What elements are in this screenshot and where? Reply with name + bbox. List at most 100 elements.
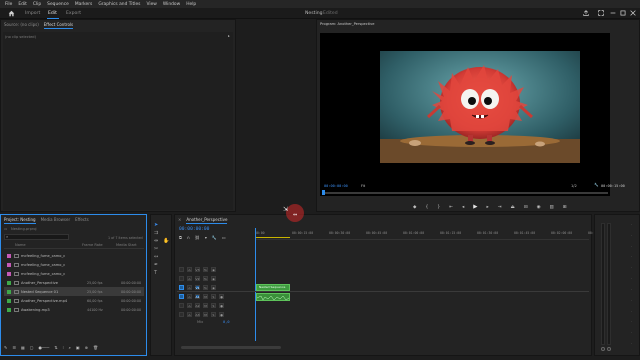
icon-view-icon[interactable]: ▦ bbox=[21, 345, 25, 350]
project-item-row[interactable]: Awakening.mp3 44100 Hz 00:00:00:00 bbox=[4, 305, 144, 314]
menu-markers[interactable]: Markers bbox=[75, 2, 92, 7]
add-marker-icon[interactable]: ◆ bbox=[413, 205, 416, 210]
snap-icon[interactable]: ∩ bbox=[187, 235, 190, 240]
button-editor-icon[interactable]: ⊞ bbox=[563, 205, 567, 210]
project-item-row[interactable]: Another_Perspective.mp4 60,00 fps 00:00:00… bbox=[4, 296, 144, 305]
zoom-slider-icon[interactable]: ●─── bbox=[39, 345, 50, 350]
close-icon[interactable] bbox=[630, 10, 636, 16]
nest-toggle-icon[interactable]: ⧉ bbox=[179, 235, 182, 240]
track-label-a3[interactable]: A3 bbox=[195, 312, 200, 317]
work-area-bar[interactable] bbox=[255, 237, 290, 238]
toggle-output-eye-icon[interactable]: ◉ bbox=[211, 285, 216, 290]
maximize-icon[interactable] bbox=[598, 10, 604, 16]
mark-in-icon[interactable]: { bbox=[425, 205, 428, 210]
column-name[interactable]: Name bbox=[15, 243, 26, 247]
label-color-swatch[interactable] bbox=[7, 307, 11, 312]
ripple-edit-tool-icon[interactable]: ⇹ bbox=[154, 238, 158, 244]
sync-lock-icon[interactable]: ⇆ bbox=[203, 267, 208, 272]
project-item-row[interactable]: mcfeeling_fume_camo_c bbox=[4, 251, 144, 260]
tab-media-browser[interactable]: Media Browser bbox=[41, 217, 71, 222]
source-patch-v2[interactable] bbox=[179, 276, 184, 281]
lock-track-icon[interactable]: ⌂ bbox=[187, 294, 192, 299]
captions-icon[interactable]: ▭ bbox=[222, 235, 226, 240]
add-marker-timeline-icon[interactable]: ▾ bbox=[205, 235, 207, 240]
project-item-row[interactable]: mcfeeling_fume_camo_c bbox=[4, 269, 144, 278]
tab-source[interactable]: Source: (no clips) bbox=[4, 22, 39, 27]
new-bin-icon[interactable]: ▣ bbox=[76, 345, 80, 350]
program-timecode-current[interactable]: 00:00:00:00 bbox=[324, 184, 348, 188]
track-label-v3[interactable]: V3 bbox=[195, 267, 200, 272]
track-label-a1[interactable]: A1 bbox=[195, 294, 200, 299]
workspace-tab-edit[interactable]: Edit bbox=[48, 11, 57, 16]
voice-over-mic-icon[interactable]: ● bbox=[219, 312, 224, 317]
project-search-input[interactable]: ⌕ bbox=[4, 234, 69, 240]
label-color-swatch[interactable] bbox=[7, 271, 11, 276]
lock-track-icon[interactable]: ⌂ bbox=[187, 267, 192, 272]
menu-file[interactable]: File bbox=[5, 2, 12, 7]
menu-sequence[interactable]: Sequence bbox=[47, 2, 69, 7]
play-icon[interactable]: ▶ bbox=[473, 204, 477, 210]
fit-dropdown[interactable]: Fit bbox=[361, 184, 365, 188]
solo-left-button[interactable] bbox=[601, 347, 605, 351]
find-icon[interactable]: ⌕ bbox=[69, 345, 71, 350]
razor-tool-icon[interactable]: ✂ bbox=[154, 246, 158, 252]
settings-wrench-icon[interactable]: 🔧 bbox=[594, 183, 598, 187]
step-forward-icon[interactable]: ▸ bbox=[487, 205, 489, 210]
tab-sequence[interactable]: Another_Perspective bbox=[186, 217, 228, 224]
program-monitor-title[interactable]: Program: Another_Perspective bbox=[320, 22, 374, 26]
lock-track-icon[interactable]: ⌂ bbox=[187, 276, 192, 281]
workspace-tab-import[interactable]: Import bbox=[25, 11, 40, 16]
new-item-icon[interactable]: ⊕ bbox=[85, 345, 88, 350]
toggle-output-eye-icon[interactable]: ◉ bbox=[211, 276, 216, 281]
track-select-tool-icon[interactable]: ⇉ bbox=[154, 230, 158, 236]
label-color-swatch[interactable] bbox=[7, 280, 11, 285]
sync-lock-icon[interactable]: ⇆ bbox=[203, 285, 208, 290]
lock-track-icon[interactable]: ⌂ bbox=[187, 303, 192, 308]
mark-out-icon[interactable]: } bbox=[437, 205, 440, 210]
export-frame-icon[interactable]: ◉ bbox=[537, 205, 541, 210]
solo-right-button[interactable] bbox=[607, 347, 611, 351]
menu-graphics-titles[interactable]: Graphics and Titles bbox=[98, 2, 140, 7]
timeline-settings-icon[interactable]: 🔧 bbox=[212, 235, 217, 240]
sort-icon[interactable]: ⇅ bbox=[54, 345, 57, 350]
source-patch-a3[interactable] bbox=[179, 312, 184, 317]
solo-track-button[interactable]: S bbox=[211, 312, 216, 317]
home-icon[interactable] bbox=[8, 10, 15, 17]
menu-view[interactable]: View bbox=[146, 2, 156, 7]
pen-tool-icon[interactable]: ✒ bbox=[154, 262, 158, 268]
program-scrubber[interactable] bbox=[322, 190, 608, 195]
list-view-icon[interactable]: ☰ bbox=[12, 345, 16, 350]
source-patch-v1[interactable] bbox=[179, 285, 184, 290]
playhead-marker[interactable] bbox=[322, 190, 325, 195]
tab-effects[interactable]: Effects bbox=[75, 217, 89, 222]
selection-tool-icon[interactable]: ➤ bbox=[154, 222, 158, 228]
mute-track-button[interactable]: M bbox=[203, 303, 208, 308]
project-item-row[interactable]: Nested Sequence 01 25,00 fps 00:00:00:00 bbox=[4, 287, 144, 296]
menu-edit[interactable]: Edit bbox=[18, 2, 27, 7]
comparison-view-icon[interactable]: ▥ bbox=[550, 205, 554, 210]
restore-icon[interactable] bbox=[620, 10, 626, 16]
toggle-output-eye-icon[interactable]: ◉ bbox=[211, 267, 216, 272]
minimize-icon[interactable] bbox=[610, 10, 616, 16]
solo-track-button[interactable]: S bbox=[211, 303, 216, 308]
project-item-row[interactable]: Another_Perspective 25,00 fps 00:00:00:00 bbox=[4, 278, 144, 287]
label-color-swatch[interactable] bbox=[7, 289, 11, 294]
track-label-v2[interactable]: V2 bbox=[195, 276, 200, 281]
label-color-swatch[interactable] bbox=[7, 253, 11, 258]
slip-tool-icon[interactable]: ↔ bbox=[154, 254, 158, 260]
go-to-out-icon[interactable]: ⇥ bbox=[498, 205, 502, 210]
solo-track-button[interactable]: S bbox=[211, 294, 216, 299]
lock-track-icon[interactable]: ⌂ bbox=[187, 285, 192, 290]
voice-over-mic-icon[interactable]: ● bbox=[219, 303, 224, 308]
column-frame-rate[interactable]: Frame Rate bbox=[82, 243, 103, 247]
source-patch-a2[interactable] bbox=[179, 303, 184, 308]
sync-lock-icon[interactable]: ⇆ bbox=[203, 276, 208, 281]
go-to-in-icon[interactable]: ⇤ bbox=[449, 205, 453, 210]
step-back-icon[interactable]: ◂ bbox=[462, 205, 464, 210]
timeline-horizontal-scrollbar[interactable] bbox=[181, 346, 281, 349]
menu-clip[interactable]: Clip bbox=[33, 2, 41, 7]
tab-project[interactable]: Project: Nesting bbox=[4, 217, 36, 224]
label-color-swatch[interactable] bbox=[7, 298, 11, 303]
clear-icon[interactable]: 🗑 bbox=[93, 345, 98, 350]
label-color-swatch[interactable] bbox=[7, 262, 11, 267]
